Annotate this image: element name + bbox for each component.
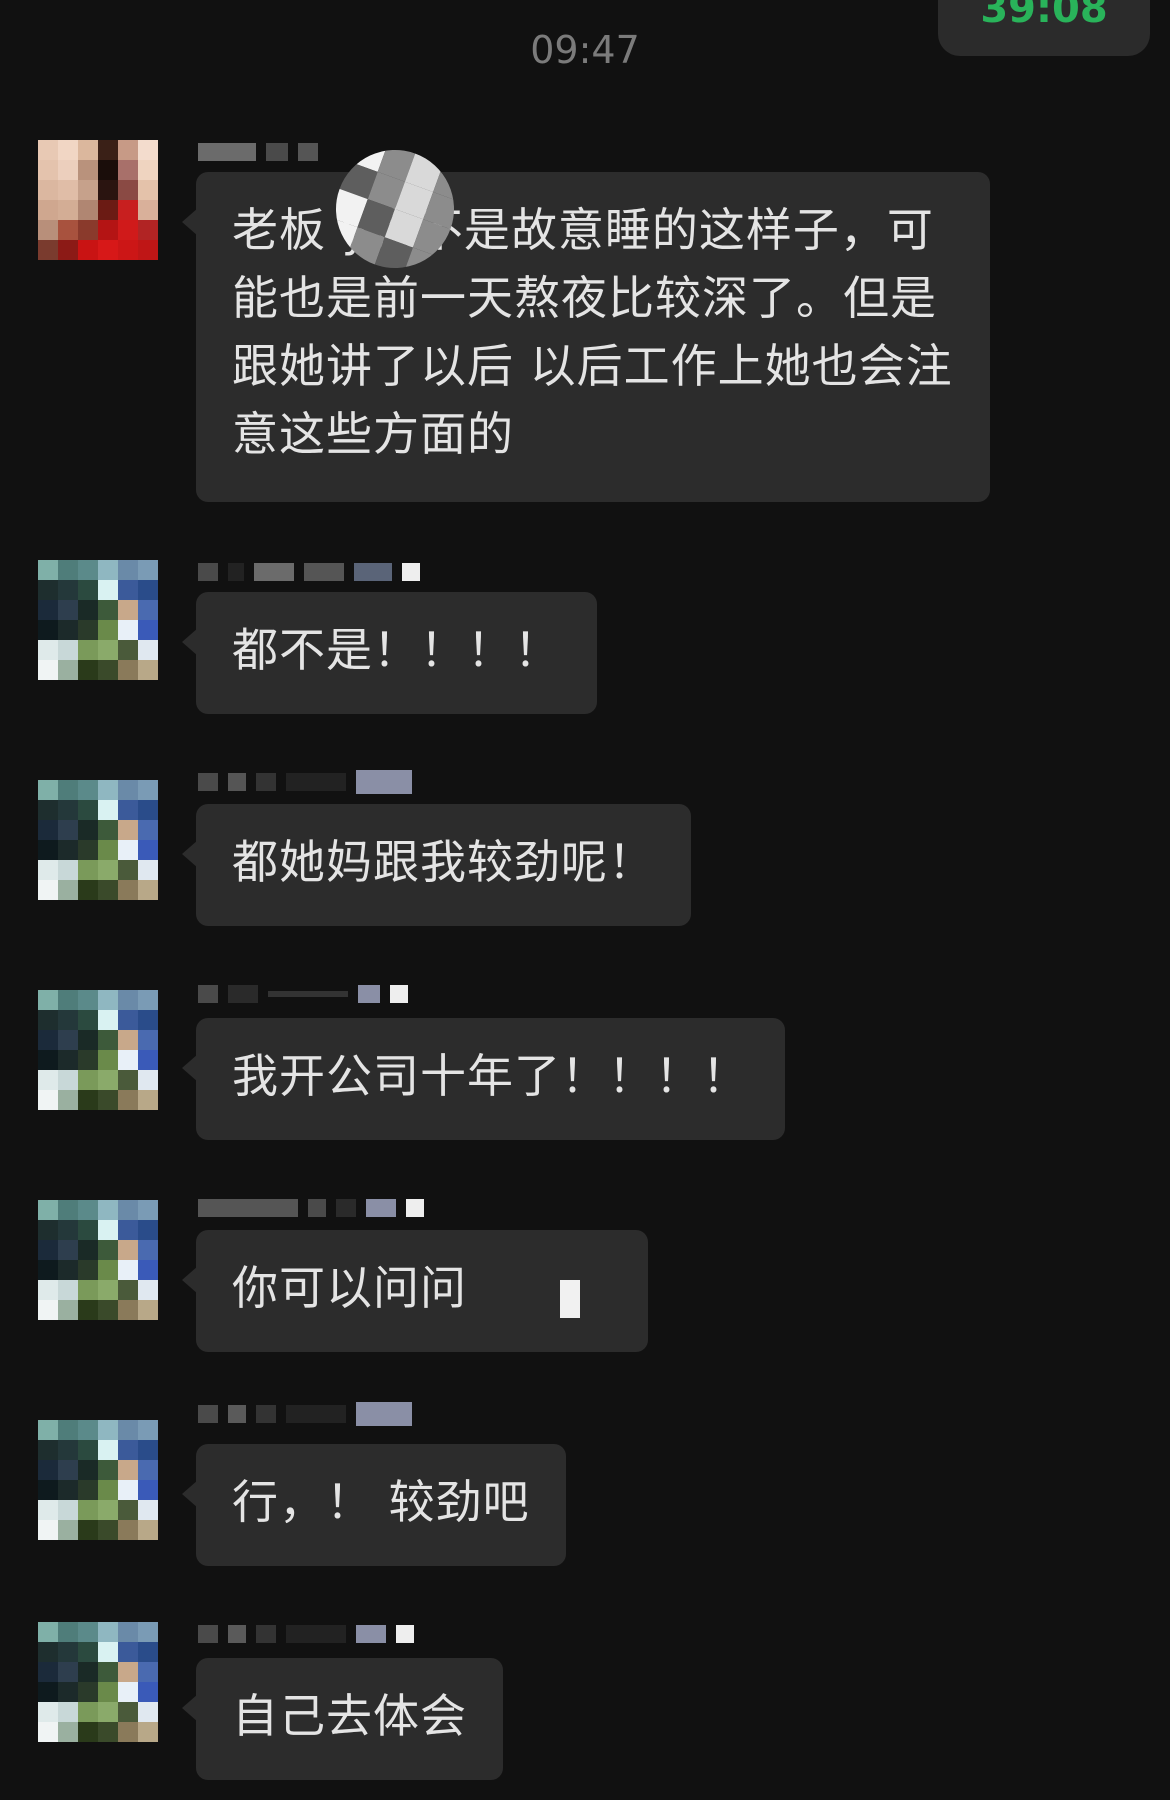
sender-nickname <box>198 140 318 164</box>
sender-nickname <box>198 770 412 794</box>
message-text: 你可以问问 <box>232 1261 467 1315</box>
chat-timestamp: 09:47 <box>530 28 640 72</box>
avatar[interactable] <box>38 990 158 1110</box>
message-bubble[interactable]: 老板 y也不是故意睡的这样子，可能也是前一天熬夜比较深了。但是跟她讲了以后 以后… <box>182 172 990 502</box>
avatar[interactable] <box>38 1622 158 1742</box>
message-bubble[interactable]: 你可以问问 <box>182 1230 648 1352</box>
message-text: 我开公司十年了！！！！ <box>232 1049 749 1103</box>
sender-nickname <box>198 1196 424 1220</box>
message-text: 都不是！！！！ <box>232 623 561 677</box>
message-text: 都她妈跟我较劲呢！ <box>232 835 655 889</box>
message-bubble[interactable]: 都不是！！！！ <box>182 592 597 714</box>
avatar[interactable] <box>38 780 158 900</box>
sender-nickname <box>198 1622 414 1646</box>
avatar[interactable] <box>38 1420 158 1540</box>
message-text: 老板 y也不是故意睡的这样子，可能也是前一天熬夜比较深了。但是跟她讲了以后 以后… <box>232 203 953 461</box>
avatar[interactable] <box>38 560 158 680</box>
sender-nickname <box>198 1402 412 1426</box>
message-bubble[interactable]: 行，！ 较劲吧 <box>182 1444 566 1566</box>
avatar[interactable] <box>38 140 158 260</box>
redacted-mark <box>560 1280 580 1318</box>
avatar[interactable] <box>38 1200 158 1320</box>
message-bubble[interactable]: 自己去体会 <box>182 1658 503 1780</box>
message-text: 行，！ 较劲吧 <box>232 1475 530 1529</box>
message-bubble[interactable]: 都她妈跟我较劲呢！ <box>182 804 691 926</box>
sender-nickname <box>198 982 408 1006</box>
sender-nickname <box>198 560 420 584</box>
message-bubble[interactable]: 我开公司十年了！！！！ <box>182 1018 785 1140</box>
message-text: 自己去体会 <box>232 1689 467 1743</box>
